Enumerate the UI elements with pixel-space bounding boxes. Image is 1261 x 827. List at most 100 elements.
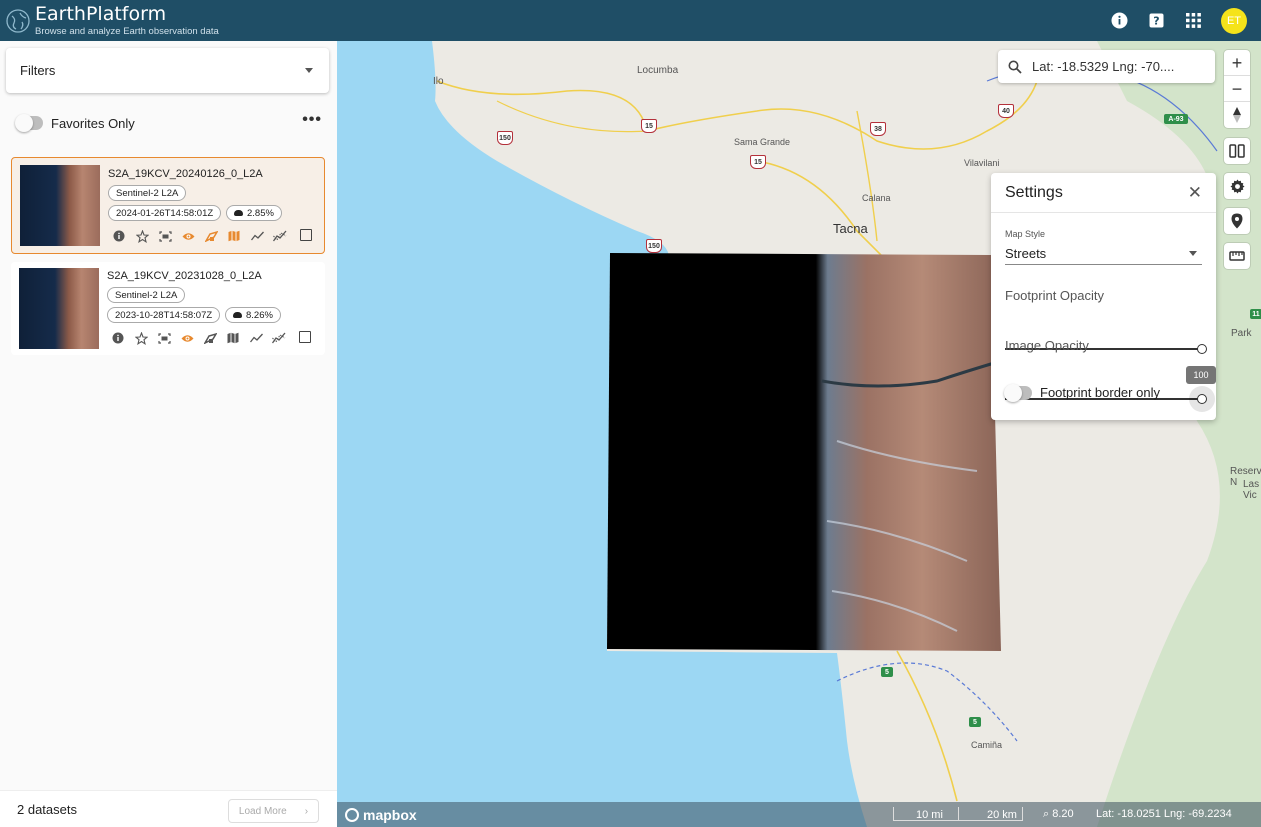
place-label: Calana bbox=[862, 193, 891, 203]
timeseries-chart-icon[interactable] bbox=[249, 331, 263, 345]
compare-view-button[interactable] bbox=[1224, 138, 1250, 164]
dataset-card[interactable]: S2A_19KCV_20231028_0_L2A Sentinel-2 L2A … bbox=[11, 262, 325, 355]
chevron-down-icon bbox=[1189, 251, 1197, 256]
filters-label: Filters bbox=[20, 63, 56, 78]
filters-dropdown[interactable]: Filters bbox=[6, 48, 329, 93]
route-shield: 15 bbox=[641, 119, 657, 133]
settings-title: Settings bbox=[1005, 183, 1063, 201]
cloud-cover-value: 8.26% bbox=[246, 309, 273, 321]
info-icon[interactable] bbox=[1110, 11, 1129, 30]
visibility-eye-icon[interactable] bbox=[181, 229, 195, 243]
footprint-border-toggle[interactable] bbox=[1004, 383, 1032, 402]
split-view-icon bbox=[1229, 144, 1245, 158]
info-icon[interactable] bbox=[112, 229, 126, 243]
dataset-title: S2A_19KCV_20240126_0_L2A bbox=[108, 168, 263, 180]
scale-miles: 10 mi bbox=[916, 809, 943, 821]
chevron-down-icon bbox=[305, 68, 313, 73]
select-checkbox[interactable] bbox=[299, 331, 311, 343]
zoom-to-extent-icon[interactable] bbox=[157, 331, 171, 345]
app-header: EarthPlatform Browse and analyze Earth o… bbox=[0, 0, 1261, 41]
place-label: Camiña bbox=[971, 740, 1003, 750]
cursor-coordinates: Lat: -18.0251 Lng: -69.2234 bbox=[1096, 808, 1232, 820]
load-more-button[interactable]: Load More › bbox=[228, 799, 319, 823]
measure-button[interactable] bbox=[1224, 243, 1250, 269]
plus-icon: + bbox=[1231, 52, 1243, 73]
slider-thumb[interactable] bbox=[1197, 394, 1207, 404]
zoom-out-button[interactable]: − bbox=[1224, 76, 1250, 102]
info-icon[interactable] bbox=[111, 331, 125, 345]
cloud-cover-chip: 8.26% bbox=[225, 307, 281, 323]
footprint-layer-icon[interactable] bbox=[204, 229, 218, 243]
place-label: Tacna bbox=[833, 221, 868, 236]
favorites-row: Favorites Only ••• bbox=[15, 112, 322, 132]
zoom-in-button[interactable]: + bbox=[1224, 50, 1250, 76]
route-shield: 40 bbox=[998, 104, 1014, 118]
dataset-actions bbox=[111, 331, 286, 345]
settings-button[interactable] bbox=[1224, 173, 1250, 199]
more-options-icon[interactable]: ••• bbox=[302, 112, 322, 128]
map-pin-icon bbox=[1231, 213, 1243, 229]
globe-logo-icon[interactable] bbox=[4, 7, 32, 35]
help-icon[interactable]: ? bbox=[1147, 11, 1166, 30]
timeseries-chart-icon[interactable] bbox=[250, 229, 264, 243]
reset-north-button[interactable] bbox=[1224, 102, 1250, 128]
route-shield: 5 bbox=[881, 667, 893, 677]
road bbox=[896, 650, 958, 802]
map-view[interactable]: Ilo Locumba Sama Grande Tacna Calana Vil… bbox=[337, 41, 1261, 827]
svg-text:?: ? bbox=[1153, 15, 1159, 28]
footprint-opacity-label: Footprint Opacity bbox=[1005, 288, 1104, 303]
map-basemap bbox=[337, 41, 1261, 827]
apps-grid-icon[interactable] bbox=[1184, 11, 1203, 30]
favorites-label: Favorites Only bbox=[51, 115, 135, 131]
border-line bbox=[836, 662, 1018, 742]
visibility-eye-icon[interactable] bbox=[180, 331, 194, 345]
settings-header: Settings ✕ bbox=[991, 173, 1216, 213]
zoom-level: ⌕ 8.20 bbox=[1043, 808, 1074, 820]
place-label: Sama Grande bbox=[734, 137, 791, 147]
route-shield: A-93 bbox=[1164, 114, 1188, 124]
route-shield: 150 bbox=[497, 131, 513, 145]
coordinate-search[interactable]: Lat: -18.5329 Lng: -70.... bbox=[998, 50, 1215, 83]
place-label: Ilo bbox=[433, 76, 444, 87]
map-layer-icon[interactable] bbox=[227, 229, 241, 243]
scale-bar: 10 mi 20 km bbox=[893, 807, 1023, 821]
scale-kilometers: 20 km bbox=[987, 809, 1017, 821]
compare-chart-icon[interactable] bbox=[272, 331, 286, 345]
select-checkbox[interactable] bbox=[300, 229, 312, 241]
close-icon[interactable]: ✕ bbox=[1188, 183, 1202, 203]
place-label: Park bbox=[1231, 328, 1252, 339]
slider-thumb[interactable] bbox=[1197, 344, 1207, 354]
header-actions: ? ET bbox=[1110, 0, 1247, 41]
user-avatar[interactable]: ET bbox=[1221, 7, 1247, 34]
app-title[interactable]: EarthPlatform bbox=[35, 4, 219, 24]
favorites-toggle[interactable] bbox=[15, 114, 43, 132]
map-layer-icon[interactable] bbox=[226, 331, 240, 345]
search-icon bbox=[1008, 60, 1022, 74]
search-input[interactable]: Lat: -18.5329 Lng: -70.... bbox=[1032, 59, 1174, 74]
satellite-image-footprint[interactable] bbox=[607, 253, 1001, 651]
star-icon[interactable] bbox=[134, 331, 148, 345]
load-more-label: Load More bbox=[238, 805, 287, 817]
cloud-cover-chip: 2.85% bbox=[226, 205, 282, 221]
place-label: Locumba bbox=[637, 65, 679, 76]
collection-chip: Sentinel-2 L2A bbox=[107, 287, 186, 303]
dataset-card[interactable]: S2A_19KCV_20240126_0_L2A Sentinel-2 L2A … bbox=[11, 157, 325, 254]
settings-panel: Settings ✕ Map Style Streets Footprint O… bbox=[991, 173, 1216, 420]
road bbox=[496, 100, 648, 133]
dataset-title: S2A_19KCV_20231028_0_L2A bbox=[107, 270, 262, 282]
zoom-to-extent-icon[interactable] bbox=[158, 229, 172, 243]
mapbox-logo-icon bbox=[345, 807, 359, 822]
star-icon[interactable] bbox=[135, 229, 149, 243]
map-style-select[interactable]: Streets bbox=[1005, 243, 1202, 265]
location-button[interactable] bbox=[1224, 208, 1250, 234]
compare-chart-icon[interactable] bbox=[273, 229, 287, 243]
footprint-layer-icon[interactable] bbox=[203, 331, 217, 345]
route-shield: 150 bbox=[646, 239, 662, 253]
map-status-bar: mapbox 10 mi 20 km ⌕ 8.20 Lat: -18.0251 … bbox=[337, 802, 1261, 827]
slider-value-tooltip: 100 bbox=[1186, 366, 1216, 384]
brand: EarthPlatform Browse and analyze Earth o… bbox=[35, 4, 219, 37]
gear-icon bbox=[1229, 178, 1245, 194]
mapbox-attribution[interactable]: mapbox bbox=[345, 807, 417, 823]
app-subtitle: Browse and analyze Earth observation dat… bbox=[35, 25, 219, 37]
minus-icon: − bbox=[1231, 78, 1243, 99]
